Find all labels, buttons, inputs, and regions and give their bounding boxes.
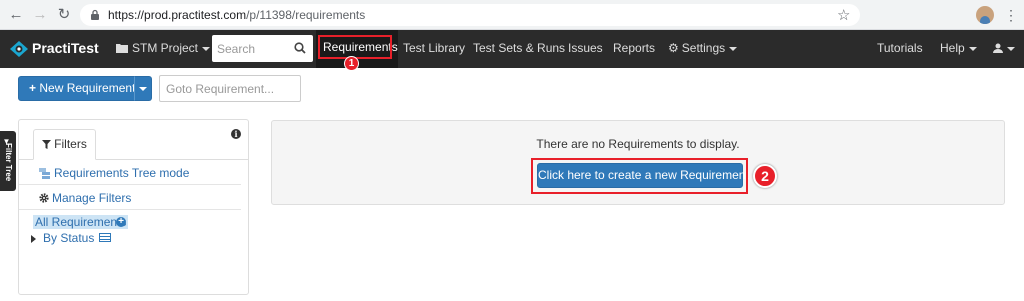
reload-icon[interactable]: ↻ bbox=[56, 7, 72, 23]
nav-help[interactable]: Help bbox=[940, 41, 977, 55]
browser-toolbar: ← → ↻ https://prod.practitest.com/p/1139… bbox=[0, 0, 1024, 30]
tab-filters[interactable]: Filters bbox=[33, 129, 96, 160]
project-menu[interactable]: STM Project bbox=[116, 41, 211, 55]
filters-panel: Filters i Requirements Tree mode Manage … bbox=[18, 119, 249, 295]
requirements-empty-state: There are no Requirements to display. Cl… bbox=[271, 120, 1005, 205]
forward-arrow-icon[interactable]: → bbox=[32, 7, 48, 23]
app-navbar: PractiTest STM Project Requirements 1 Te… bbox=[0, 30, 1024, 71]
bookmark-star-icon[interactable]: ☆ bbox=[837, 6, 850, 24]
nav-settings-label: Settings bbox=[681, 41, 726, 55]
search-field[interactable] bbox=[212, 35, 313, 62]
nav-test-library[interactable]: Test Library bbox=[403, 41, 465, 55]
nav-test-sets-runs[interactable]: Test Sets & Runs bbox=[473, 41, 565, 55]
search-input[interactable] bbox=[217, 40, 289, 57]
table-view-icon[interactable] bbox=[99, 233, 111, 242]
user-menu[interactable] bbox=[993, 41, 1015, 55]
empty-message: There are no Requirements to display. bbox=[536, 137, 740, 151]
logo-mark-icon bbox=[10, 41, 28, 57]
callout-highlight-create bbox=[531, 158, 748, 194]
filter-tree-toggle[interactable]: ▼ Filter Tree bbox=[0, 131, 16, 191]
logo-text: PractiTest bbox=[32, 40, 99, 56]
nav-reports[interactable]: Reports bbox=[613, 41, 655, 55]
add-filter-icon[interactable]: + bbox=[116, 217, 126, 227]
info-icon[interactable]: i bbox=[231, 129, 241, 139]
manage-filters-link[interactable]: Manage Filters bbox=[52, 191, 131, 205]
manage-filters-row: Manage Filters bbox=[19, 186, 241, 210]
new-requirement-button[interactable]: + New Requirement bbox=[18, 76, 135, 101]
callout-badge-2: 2 bbox=[753, 164, 777, 188]
url-host: https://prod.practitest.com bbox=[108, 8, 247, 22]
all-requirements-filter[interactable]: All Requirements bbox=[33, 215, 129, 229]
filter-tree-label: ▼ Filter Tree bbox=[2, 137, 13, 182]
search-icon[interactable] bbox=[294, 42, 306, 54]
filter-tree-text: Filter Tree bbox=[4, 143, 13, 182]
gear-icon bbox=[39, 193, 49, 203]
back-arrow-icon[interactable]: ← bbox=[8, 7, 24, 23]
callout-highlight-requirements bbox=[318, 35, 392, 59]
tree-mode-icon bbox=[39, 168, 50, 179]
profile-avatar[interactable] bbox=[976, 6, 994, 24]
gear-icon: ⚙ bbox=[668, 41, 679, 55]
folder-icon bbox=[116, 44, 128, 53]
callout-badge-1: 1 bbox=[344, 56, 359, 71]
chevron-down-icon bbox=[202, 46, 211, 51]
new-requirement-label: New Requirement bbox=[39, 81, 136, 95]
nav-tutorials[interactable]: Tutorials bbox=[877, 41, 923, 55]
nav-settings[interactable]: ⚙ Settings bbox=[668, 41, 738, 55]
lock-icon bbox=[91, 9, 99, 20]
chevron-down-icon bbox=[968, 46, 977, 51]
tree-mode-row: Requirements Tree mode bbox=[19, 161, 241, 185]
chevron-down-icon bbox=[139, 87, 147, 91]
new-requirement-dropdown-button[interactable] bbox=[134, 76, 152, 101]
goto-requirement-field[interactable] bbox=[159, 75, 301, 102]
goto-requirement-input[interactable] bbox=[160, 76, 300, 101]
filters-tab-label: Filters bbox=[54, 137, 87, 151]
by-status-filter[interactable]: By Status bbox=[31, 231, 94, 245]
user-icon bbox=[993, 43, 1003, 53]
by-status-label: By Status bbox=[43, 231, 95, 245]
nav-help-label: Help bbox=[940, 41, 965, 55]
funnel-icon bbox=[42, 140, 52, 149]
tree-mode-link[interactable]: Requirements Tree mode bbox=[54, 166, 189, 180]
url-path: /p/11398/requirements bbox=[246, 8, 366, 22]
nav-issues[interactable]: Issues bbox=[568, 41, 603, 55]
plus-icon: + bbox=[29, 81, 37, 95]
browser-menu-icon[interactable]: ⋮ bbox=[1004, 7, 1018, 23]
url-text: https://prod.practitest.com/p/11398/requ… bbox=[108, 8, 365, 22]
expand-arrow-icon[interactable] bbox=[31, 234, 36, 243]
chevron-down-icon bbox=[1007, 46, 1015, 51]
project-menu-label: STM Project bbox=[132, 41, 199, 55]
chevron-down-icon bbox=[729, 46, 738, 51]
